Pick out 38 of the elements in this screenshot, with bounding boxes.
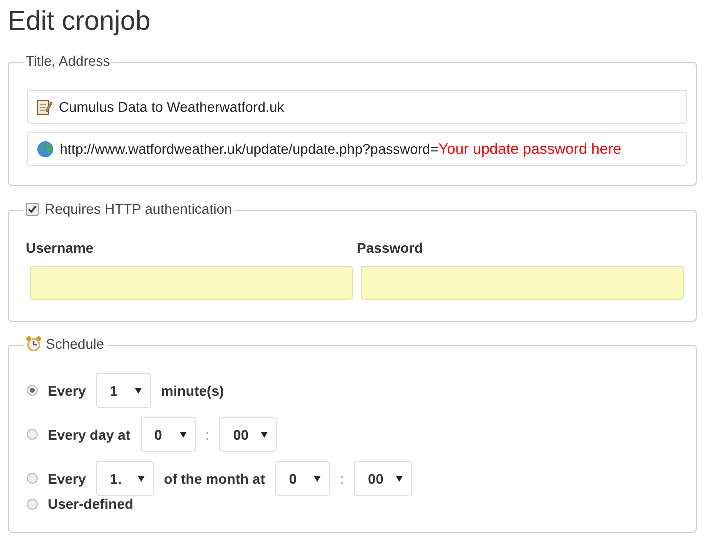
option-label: Every <box>48 470 86 486</box>
notepad-icon <box>37 98 53 116</box>
option-label: of the month at <box>164 470 266 486</box>
username-field[interactable] <box>30 266 353 300</box>
caret-icon <box>138 476 146 482</box>
field-label: Username <box>26 240 95 256</box>
dropdown[interactable]: 1 <box>96 373 152 408</box>
caret-icon <box>314 476 322 482</box>
field-label: Password <box>357 240 424 256</box>
section-legend: Schedule <box>46 336 104 352</box>
page-title: Edit cronjob <box>8 6 151 37</box>
radio-button[interactable] <box>27 429 38 440</box>
password-field[interactable] <box>361 266 684 300</box>
title-field[interactable]: Cumulus Data to Weatherwatford.uk <box>27 90 687 124</box>
caret-icon <box>180 432 186 438</box>
section-legend: Title, Address <box>26 53 110 69</box>
dropdown[interactable]: 00 <box>354 461 412 496</box>
time-separator: : <box>340 470 344 486</box>
caret-icon <box>396 476 404 482</box>
option-label: User-defined <box>48 496 134 512</box>
radio-button[interactable] <box>27 498 38 510</box>
time-separator: : <box>206 426 210 442</box>
caret-icon <box>135 388 142 394</box>
radio-button[interactable] <box>27 473 38 484</box>
section-legend: Requires HTTP authentication <box>45 201 232 217</box>
dropdown[interactable]: 00 <box>219 417 278 452</box>
globe-icon <box>37 140 54 158</box>
auth-checkbox[interactable] <box>26 202 39 216</box>
option-label: Every <box>48 382 86 398</box>
caret-icon <box>261 432 268 438</box>
radio-button[interactable] <box>27 385 38 396</box>
option-label: minute(s) <box>161 382 224 398</box>
dropdown[interactable]: 1. <box>96 461 154 496</box>
alarm-clock-icon <box>26 336 42 352</box>
url-field[interactable]: http://www.watfordweather.uk/update/update.php?password=Your update password here <box>27 132 687 166</box>
dropdown[interactable]: 0 <box>275 461 330 496</box>
option-label: Every day at <box>48 426 130 442</box>
dropdown[interactable]: 0 <box>140 417 196 452</box>
